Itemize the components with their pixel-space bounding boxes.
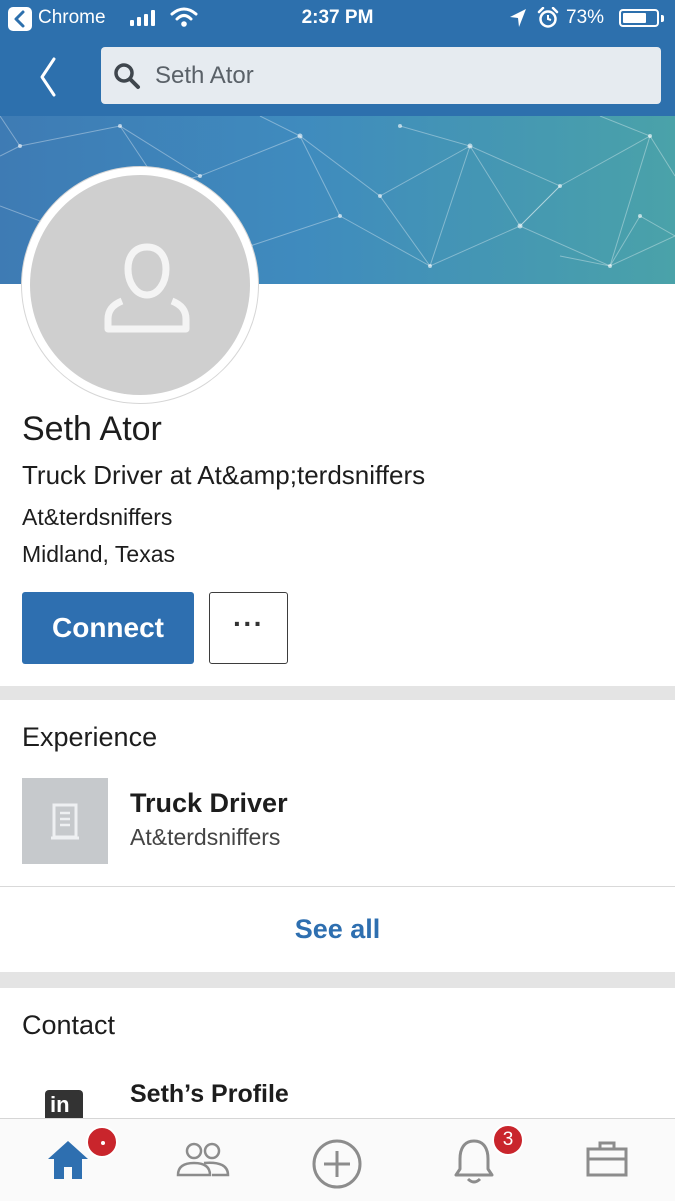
profile-company: At&terdsniffers — [22, 504, 173, 530]
search-query[interactable]: Seth Ator — [155, 62, 254, 90]
company-logo[interactable] — [22, 778, 108, 864]
top-nav-bar: Seth Ator — [0, 38, 675, 116]
profile-headline: Truck Driver at At&amp;terdsniffers — [22, 460, 426, 490]
status-bar: Chrome 2:37 PM 73% — [0, 0, 675, 38]
search-icon — [113, 62, 141, 95]
chevron-left-icon[interactable] — [28, 55, 68, 99]
avatar-placeholder — [30, 175, 250, 395]
section-divider — [0, 972, 675, 988]
person-placeholder-icon — [104, 243, 190, 333]
contact-section-title: Contact — [22, 1010, 116, 1040]
location-arrow-icon — [509, 8, 527, 34]
section-divider — [0, 686, 675, 700]
connect-button[interactable]: Connect — [22, 592, 194, 664]
plus-circle-icon[interactable] — [310, 1137, 370, 1189]
profile-avatar[interactable] — [22, 167, 258, 403]
experience-company: At&terdsniffers — [130, 824, 281, 850]
contact-profile-link[interactable]: Seth’s Profile — [130, 1080, 289, 1109]
home-notification-badge — [86, 1126, 118, 1158]
battery-level-fill — [623, 13, 646, 23]
briefcase-icon[interactable] — [585, 1137, 645, 1187]
battery-percent: 73% — [566, 7, 605, 28]
profile-name: Seth Ator — [22, 410, 162, 448]
battery-tip — [661, 15, 664, 22]
building-icon — [51, 803, 79, 840]
notifications-count-badge: 3 — [492, 1124, 524, 1156]
search-input[interactable]: Seth Ator — [101, 47, 661, 104]
alarm-icon — [537, 6, 559, 35]
profile-location: Midland, Texas — [22, 541, 175, 567]
more-options-button[interactable]: ··· — [209, 592, 288, 664]
battery-icon — [619, 9, 659, 27]
separator — [0, 886, 675, 887]
people-icon[interactable] — [174, 1137, 234, 1187]
see-all-button[interactable]: See all — [0, 914, 675, 945]
experience-role[interactable]: Truck Driver — [130, 788, 288, 819]
experience-section-title: Experience — [22, 722, 158, 752]
